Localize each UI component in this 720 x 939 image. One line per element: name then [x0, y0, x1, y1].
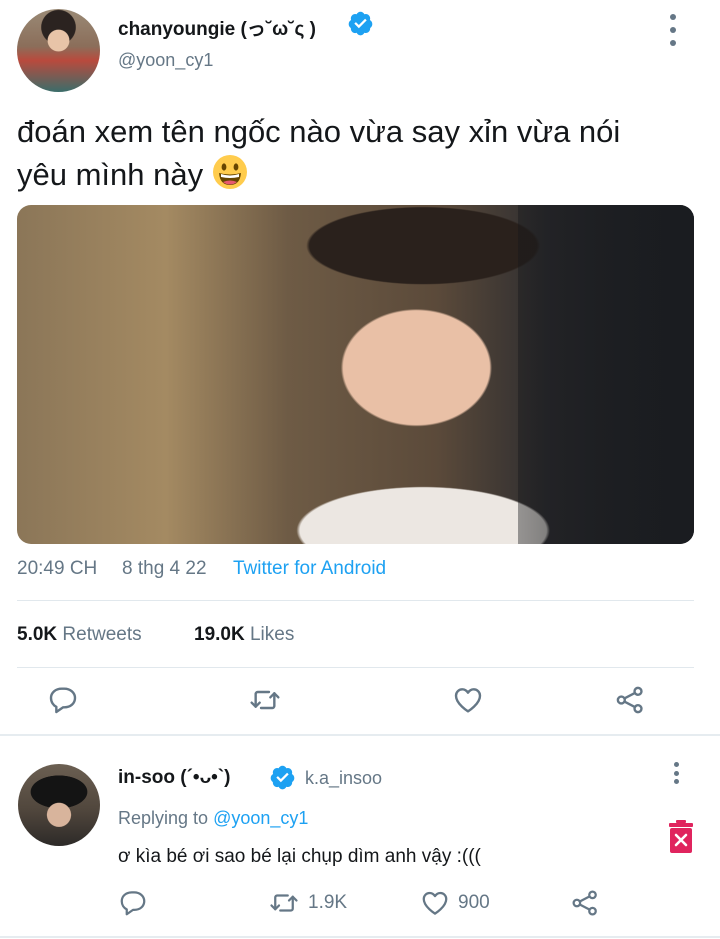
verified-badge-icon [348, 11, 373, 36]
retweet-icon[interactable] [249, 684, 281, 716]
delete-icon[interactable] [668, 820, 694, 854]
share-icon [572, 890, 597, 916]
more-vertical-icon[interactable] [670, 762, 682, 784]
bottom-divider [0, 936, 720, 938]
tweet-source-link[interactable]: Twitter for Android [233, 558, 386, 580]
author-display-name[interactable]: chanyoungie (っ˘ω˘ς ) [118, 14, 316, 41]
author-avatar[interactable] [17, 9, 100, 92]
verified-badge-icon [270, 765, 295, 790]
reply-handle[interactable]: k.a_insoo [305, 768, 382, 789]
replying-to: Replying to @yoon_cy1 [118, 808, 308, 829]
tweet-text: đoán xem tên ngốc nào vừa say xỉn vừa nó… [17, 110, 697, 196]
replying-prefix: Replying to [118, 808, 209, 828]
likes-label: Likes [249, 624, 295, 645]
reply-retweet-button[interactable]: 1.9K [268, 888, 347, 918]
heart-icon [422, 891, 448, 915]
reply-icon[interactable] [47, 684, 79, 716]
likes-count: 19.0K [194, 624, 245, 645]
reply-icon [120, 891, 146, 916]
reply-display-name[interactable]: in-soo (´•ᴗ•`) [118, 767, 231, 789]
likes-stat[interactable]: 19.0K Likes [194, 624, 294, 646]
tweet-media-image[interactable] [17, 205, 694, 544]
reply-reply-button[interactable] [118, 888, 148, 918]
section-separator [0, 734, 720, 736]
divider [17, 600, 694, 601]
retweets-stat[interactable]: 5.0K Retweets [17, 624, 142, 646]
reply-author-avatar[interactable] [18, 764, 100, 846]
replying-to-link[interactable]: @yoon_cy1 [213, 808, 308, 828]
reply-share-button[interactable] [570, 888, 600, 918]
author-handle[interactable]: @yoon_cy1 [118, 50, 213, 71]
retweet-icon [270, 894, 298, 912]
divider [17, 667, 694, 668]
reply-text: ơ kìa bé ơi sao bé lại chụp dìm anh vậy … [118, 846, 481, 867]
more-vertical-icon[interactable] [667, 14, 679, 46]
grinning-face-emoji-icon [212, 155, 247, 189]
share-icon[interactable] [614, 684, 646, 716]
reply-like-count: 900 [458, 892, 490, 913]
tweet-text-line2: yêu mình này [17, 157, 204, 192]
heart-icon[interactable] [452, 684, 484, 716]
tweet-time: 20:49 CH [17, 558, 98, 579]
tweet-text-line1: đoán xem tên ngốc nào vừa say xỉn vừa nó… [17, 114, 621, 149]
tweet-date: 8 thg 4 22 [122, 558, 207, 579]
retweets-label: Retweets [62, 624, 142, 645]
reply-like-button[interactable]: 900 [420, 888, 490, 918]
reply-retweet-count: 1.9K [308, 892, 348, 913]
retweets-count: 5.0K [17, 624, 58, 645]
